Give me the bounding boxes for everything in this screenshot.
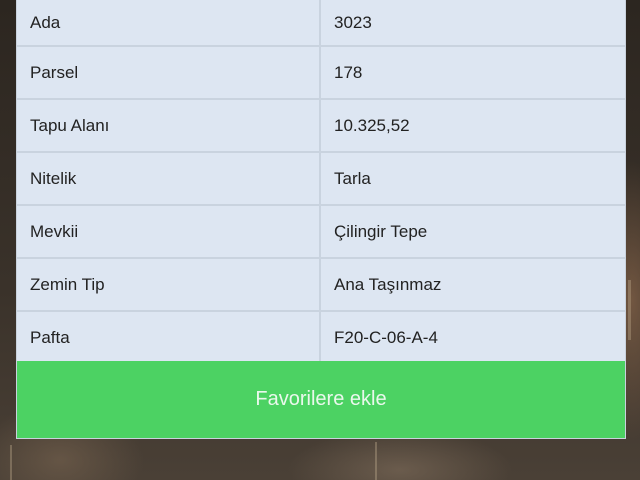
detail-value: F20-C-06-A-4: [334, 327, 438, 347]
detail-value: Ana Taşınmaz: [334, 274, 442, 294]
detail-label: Zemin Tip: [17, 259, 321, 310]
detail-label: Nitelik: [17, 153, 321, 204]
parcel-details-table: Ada 3023 Parsel 178 Tapu Alanı 10.325,52…: [17, 0, 625, 365]
detail-label: Mevkii: [17, 206, 321, 257]
detail-row-nitelik: Nitelik Tarla: [17, 153, 625, 206]
detail-row-tapu-alani: Tapu Alanı 10.325,52: [17, 100, 625, 153]
detail-value: Tarla: [334, 168, 371, 188]
detail-value: 3023: [334, 12, 372, 32]
detail-row-zemin-tip: Zemin Tip Ana Taşınmaz: [17, 259, 625, 312]
background-streak: [10, 445, 12, 480]
background-streak: [375, 442, 377, 480]
detail-label: Parsel: [17, 47, 321, 98]
detail-row-pafta: Pafta F20-C-06-A-4: [17, 312, 625, 365]
detail-row-parsel: Parsel 178: [17, 47, 625, 100]
detail-value: 10.325,52: [334, 115, 410, 135]
detail-value: Çilingir Tepe: [334, 221, 428, 241]
detail-label: Tapu Alanı: [17, 100, 321, 151]
detail-row-mevkii: Mevkii Çilingir Tepe: [17, 206, 625, 259]
detail-row-ada: Ada 3023: [17, 0, 625, 47]
background-streak: [628, 280, 631, 340]
add-to-favorites-button[interactable]: Favorilere ekle: [17, 361, 625, 438]
detail-value: 178: [334, 62, 363, 82]
parcel-info-card: Ada 3023 Parsel 178 Tapu Alanı 10.325,52…: [17, 0, 625, 438]
detail-label: Ada: [17, 0, 321, 45]
detail-label: Pafta: [17, 312, 321, 363]
